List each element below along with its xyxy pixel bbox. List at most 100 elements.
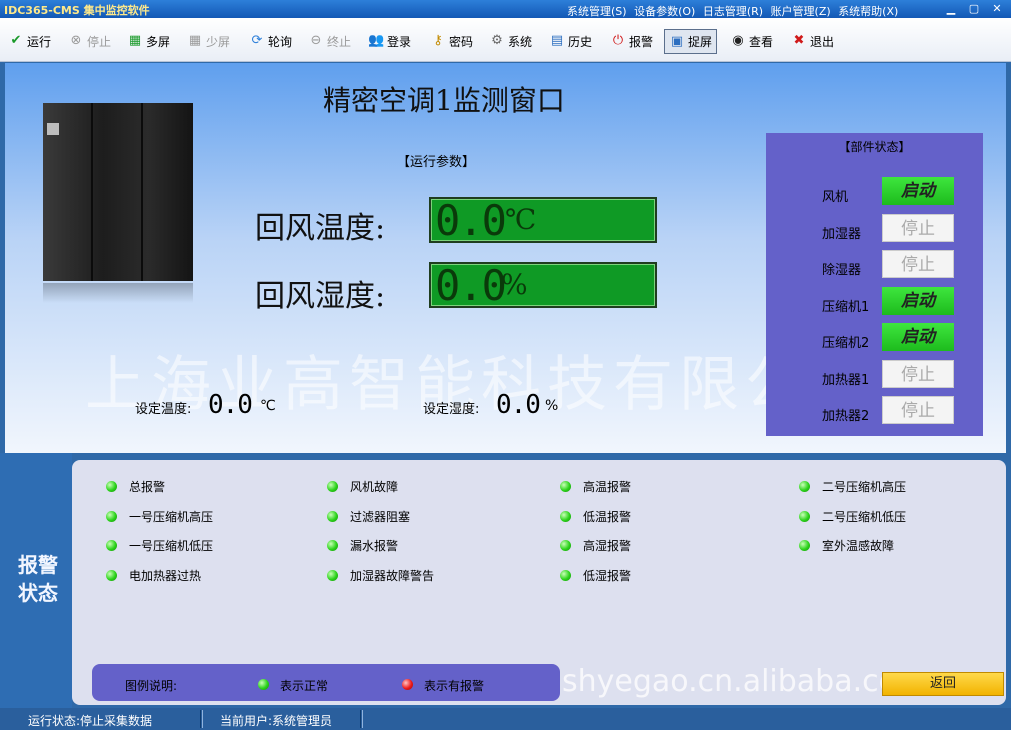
return-temp-label: 回风温度: [255,211,386,246]
status-dot-icon [560,569,571,581]
toolbar-button-label: 停止 [87,34,112,49]
alarm-label: 二号压缩机低压 [822,509,907,524]
monitor-title: 精密空调1监测窗口 [323,84,565,117]
component-name: 加热器2 [822,409,870,424]
alarm-item: 电加热器过热 [106,567,201,584]
toolbar-button-3: ▦ 少屏 [187,30,230,52]
component-state-badge: 停止 [882,213,954,242]
stop-circle-icon: ⊗ [70,33,82,48]
menu-system[interactable]: 系统管理(S) [567,5,627,18]
company-watermark: 上海业高智能科技有限公司 [85,350,877,420]
alarm-item: 一号压缩机高压 [106,508,213,525]
alarm-label: 总报警 [129,480,166,494]
terminate-icon: ⊖ [310,33,322,48]
component-row: 加热器2 停止 [766,396,983,426]
legend-normal: 表示正常 [280,679,329,693]
return-hum-value: 0.0 [435,261,507,310]
component-name: 加湿器 [822,226,862,242]
toolbar-button-2[interactable]: ▦ 多屏 [127,30,170,52]
return-temp-value: 0.0 [435,196,507,245]
maximize-icon[interactable]: ▢ [964,1,984,16]
menu-log[interactable]: 日志管理(R) [703,5,763,18]
menu-account[interactable]: 账户管理(Z) [771,5,831,18]
toolbar-button-label: 捉屏 [688,35,713,49]
screenshot-icon: ▣ [670,33,684,49]
toolbar-button-label: 密码 [449,34,474,49]
toolbar-button-label: 终止 [327,34,352,49]
alarm-label: 二号压缩机高压 [822,480,907,494]
toolbar-button-0[interactable]: ✔ 运行 [8,30,51,52]
history-icon: ▤ [550,33,564,48]
return-temp-display: 0.0 ℃ [429,197,657,243]
status-bar: 运行状态:停止采集数据 当前用户:系统管理员 [0,708,1011,730]
toolbar-button-9[interactable]: ▤ 历史 [549,30,592,52]
component-name: 压缩机1 [822,299,870,315]
toolbar-button-6[interactable]: 👥 登录 [368,30,411,52]
alarm-status-label: 报警状态 [18,553,58,605]
component-row: 风机 启动 [766,177,983,207]
toolbar: ✔ 运行 ⊗ 停止 ▦ 多屏 ▦ 少屏 ⟳ 轮询 ⊖ 终止 👥 登录 ⚷ 密码 ⚙ 系统 ▤ 历史 ⏻ 报警 ▣ 捉屏 ◉ 查看 ✖… [0,18,1011,62]
toolbar-button-label: 运行 [27,34,52,49]
set-hum-value: 0.0 [496,390,541,420]
toolbar-button-10[interactable]: ⏻ 报警 [610,30,653,52]
minimize-icon[interactable]: ▁ [941,1,961,16]
alarm-item: 低湿报警 [560,567,631,584]
alarm-item: 过滤器阻塞 [327,508,410,525]
toolbar-button-11[interactable]: ▣ 捉屏 [664,29,718,54]
app-title: IDC365-CMS 集中监控软件 [4,4,150,17]
toolbar-button-8[interactable]: ⚙ 系统 [489,30,532,52]
component-state-badge: 停止 [882,250,954,278]
status-dot-icon [799,481,810,492]
users-icon: 👥 [368,33,385,48]
alarm-label: 一号压缩机高压 [129,509,214,524]
back-button[interactable]: 返回 [882,672,1004,696]
status-dot-icon [327,569,338,581]
alarm-item: 高湿报警 [560,537,631,554]
component-name: 压缩机2 [822,336,870,351]
alarm-label: 漏水报警 [350,539,399,553]
alarm-label: 过滤器阻塞 [350,509,411,524]
component-state-badge: 停止 [882,359,954,388]
toolbar-button-7[interactable]: ⚷ 密码 [430,30,473,52]
legend-title: 图例说明: [125,679,178,693]
status-dot-icon [106,481,117,492]
air-conditioner-image [43,103,193,303]
component-state-badge: 启动 [882,323,954,351]
close-window-icon[interactable]: ✕ [987,1,1007,16]
menu-help[interactable]: 系统帮助(X) [838,5,898,18]
status-dot-icon [327,540,338,551]
alarm-label: 高湿报警 [583,539,632,553]
toolbar-button-label: 轮询 [268,34,293,49]
toolbar-button-4[interactable]: ⟳ 轮询 [249,30,292,52]
status-dot-icon [327,481,338,492]
component-row: 加热器1 停止 [766,359,983,390]
status-dot-icon [560,540,571,551]
component-row: 加湿器 停止 [766,213,983,244]
set-hum-label: 设定湿度: [423,402,480,417]
status-dot-icon [106,540,117,551]
return-hum-unit: % [501,268,528,301]
alarm-label: 加湿器故障警告 [350,568,435,583]
alarm-item: 高温报警 [560,478,631,495]
component-state-badge: 启动 [882,177,954,205]
menu-bar: 系统管理(S) 设备参数(O) 日志管理(R) 账户管理(Z) 系统帮助(X) [567,3,902,19]
toolbar-button-12[interactable]: ◉ 查看 [730,30,773,52]
status-dot-icon [799,540,810,551]
refresh-icon: ⟳ [251,33,263,48]
alarm-label: 室外温感故障 [822,539,895,553]
toolbar-button-label: 历史 [568,34,593,49]
toolbar-button-13[interactable]: ✖ 退出 [791,30,834,52]
component-state-badge: 启动 [882,286,954,315]
legend-bar: 图例说明: 表示正常 表示有报警 [92,664,560,701]
legend-alarm: 表示有报警 [424,679,485,693]
set-temp-label: 设定温度: [135,402,192,417]
status-dot-icon [327,510,338,522]
toolbar-button-label: 报警 [629,34,654,49]
toolbar-button-5: ⊖ 终止 [308,30,351,52]
component-status-panel: 【部件状态】 风机 启动 加湿器 停止 除湿器 停止 压缩机1 启动 压缩机2 启动 加热器1 停止加… [766,133,983,436]
status-dot-icon [560,510,571,522]
menu-device-params[interactable]: 设备参数(O) [634,5,695,18]
alarm-item: 二号压缩机低压 [799,508,906,525]
component-row: 除湿器 停止 [766,250,983,280]
gear-icon: ⚙ [491,33,503,48]
